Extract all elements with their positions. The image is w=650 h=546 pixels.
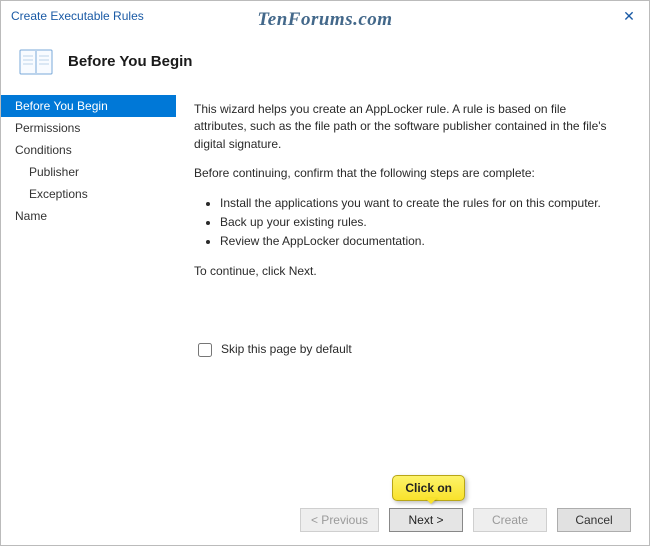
prereq-item: Review the AppLocker documentation. bbox=[220, 233, 619, 250]
close-button[interactable]: ✕ bbox=[609, 1, 649, 31]
wizard-sidebar: Before You BeginPermissionsConditionsPub… bbox=[1, 91, 176, 495]
window-title: Create Executable Rules bbox=[11, 9, 144, 23]
wizard-footer: < Previous Next > Create Cancel bbox=[1, 495, 649, 545]
prereq-list: Install the applications you want to cre… bbox=[194, 195, 619, 251]
skip-page-checkbox[interactable] bbox=[198, 343, 212, 357]
previous-button: < Previous bbox=[300, 508, 379, 532]
wizard-content: This wizard helps you create an AppLocke… bbox=[176, 91, 649, 495]
next-button[interactable]: Next > bbox=[389, 508, 463, 532]
intro-text: This wizard helps you create an AppLocke… bbox=[194, 101, 619, 153]
skip-page-checkbox-row: Skip this page by default bbox=[194, 340, 619, 360]
sidebar-item-permissions[interactable]: Permissions bbox=[1, 117, 176, 139]
cancel-button[interactable]: Cancel bbox=[557, 508, 631, 532]
continue-text: To continue, click Next. bbox=[194, 263, 619, 280]
titlebar: Create Executable Rules ✕ bbox=[1, 1, 649, 31]
sidebar-item-conditions[interactable]: Conditions bbox=[1, 139, 176, 161]
wizard-header: Before You Begin bbox=[1, 31, 649, 91]
sidebar-item-exceptions[interactable]: Exceptions bbox=[1, 183, 176, 205]
wizard-page-icon bbox=[19, 46, 53, 76]
before-text: Before continuing, confirm that the foll… bbox=[194, 165, 619, 182]
create-button: Create bbox=[473, 508, 547, 532]
wizard-body: Before You BeginPermissionsConditionsPub… bbox=[1, 91, 649, 495]
sidebar-item-name[interactable]: Name bbox=[1, 205, 176, 227]
page-title: Before You Begin bbox=[68, 53, 192, 70]
annotation-tooltip: Click on bbox=[392, 475, 465, 501]
sidebar-item-before-you-begin[interactable]: Before You Begin bbox=[1, 95, 176, 117]
prereq-item: Back up your existing rules. bbox=[220, 214, 619, 231]
prereq-item: Install the applications you want to cre… bbox=[220, 195, 619, 212]
close-icon: ✕ bbox=[623, 8, 635, 25]
skip-page-label: Skip this page by default bbox=[221, 341, 352, 358]
sidebar-item-publisher[interactable]: Publisher bbox=[1, 161, 176, 183]
